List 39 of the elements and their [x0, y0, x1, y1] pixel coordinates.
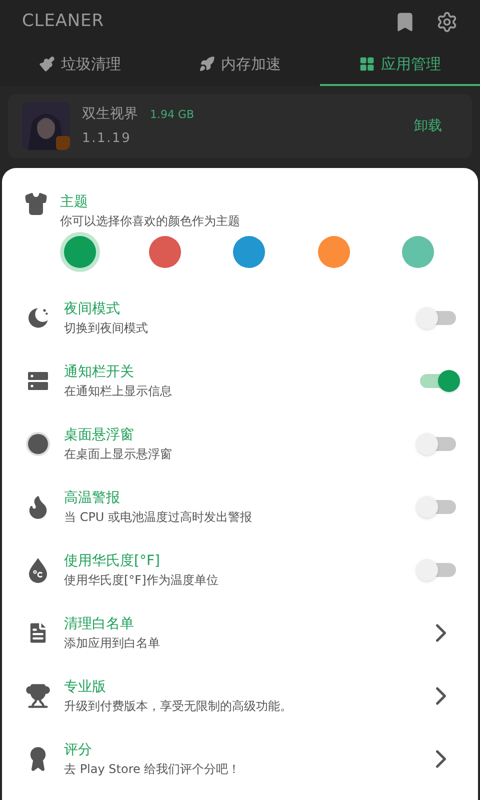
setting-title: 高温警报	[64, 488, 121, 508]
setting-title: 使用华氏度[°F]	[64, 552, 161, 570]
shirt-icon	[24, 192, 48, 216]
setting-description: 在通知栏上显示信息	[64, 382, 173, 400]
setting-title: 专业版	[64, 678, 107, 696]
thermometer-drop-icon	[26, 556, 50, 582]
rocket-icon	[199, 56, 215, 72]
color-swatch[interactable]	[64, 236, 96, 268]
setting-title: 桌面悬浮窗	[64, 426, 135, 444]
color-swatch[interactable]	[233, 236, 265, 268]
grid-icon	[359, 56, 375, 72]
tab[interactable]: 垃圾清理	[0, 44, 160, 86]
setting-description: 使用华氏度[°F]作为温度单位	[64, 572, 220, 588]
color-swatch[interactable]	[318, 236, 350, 268]
setting-description: 切换到夜间模式	[64, 320, 149, 336]
app-size: 1.94 GB	[150, 106, 194, 123]
setting-title: 清理白名单	[64, 614, 135, 634]
setting-title: 通知栏开关	[64, 362, 135, 382]
setting-description: 升级到付费版本，享受无限制的高级功能。	[64, 698, 293, 714]
color-swatch[interactable]	[148, 236, 180, 268]
brush-icon	[39, 56, 55, 72]
setting-description: 当 CPU 或电池温度过高时发出警报	[64, 508, 254, 526]
color-swatch[interactable]	[402, 236, 434, 268]
tab[interactable]: 应用管理	[320, 44, 480, 86]
app-version: 1.1.19	[82, 130, 132, 148]
app-title: CLEANER	[22, 10, 105, 34]
trophy-icon	[25, 682, 51, 708]
tab[interactable]: 内存加速	[160, 44, 320, 86]
setting-description: 去 Play Store 给我们评个分吧！	[64, 760, 242, 778]
setting-description: 你可以选择你喜欢的颜色作为主题	[60, 213, 240, 230]
setting-title: 主题	[60, 193, 89, 212]
setting-title: 评分	[64, 740, 93, 760]
app-name: 双生视界	[82, 104, 138, 124]
circle-icon	[25, 430, 51, 456]
setting-description: 添加应用到白名单	[64, 634, 161, 652]
setting-title: 夜间模式	[64, 300, 121, 318]
settings-icon[interactable]	[436, 11, 458, 33]
setting-description: 在桌面上显示悬浮窗	[64, 446, 173, 462]
uninstall-button[interactable]: 卸载	[414, 116, 442, 136]
